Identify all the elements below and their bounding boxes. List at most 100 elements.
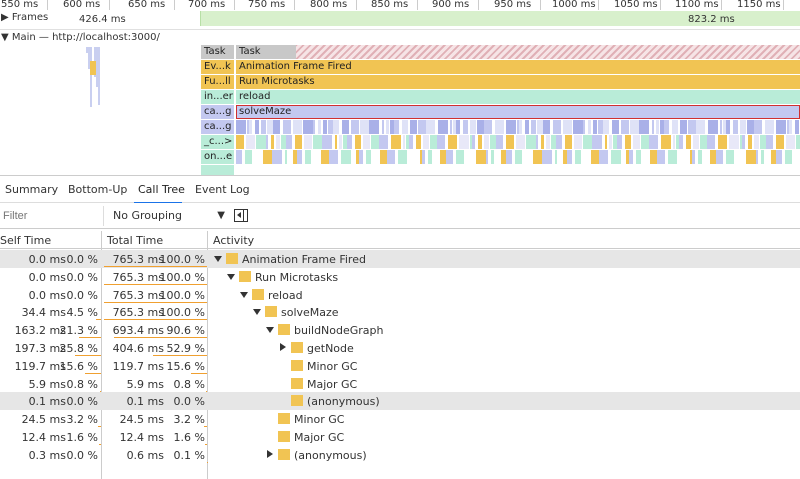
flame-event[interactable] xyxy=(625,135,631,149)
flame-event[interactable] xyxy=(463,120,468,134)
flame-event[interactable] xyxy=(369,120,379,134)
flame-event[interactable] xyxy=(641,135,649,149)
flame-event[interactable] xyxy=(526,135,536,149)
collapse-arrow-icon[interactable] xyxy=(266,327,274,334)
flame-event[interactable] xyxy=(323,120,327,134)
flame-event[interactable] xyxy=(542,150,552,164)
flame-event[interactable] xyxy=(426,120,435,134)
flame-event[interactable] xyxy=(794,150,800,164)
flame-event[interactable] xyxy=(318,120,321,134)
flame-event[interactable] xyxy=(366,150,371,164)
flame-event[interactable] xyxy=(686,135,691,149)
flame-event[interactable] xyxy=(525,120,529,134)
flame-event[interactable] xyxy=(668,150,677,164)
table-row[interactable]: 163.2 ms 21.3 % 693.4 ms 90.6 % buildNodeGra… xyxy=(0,321,800,339)
flame-chart[interactable]: Task Task Ev...k Animation Frame Fired Fu...… xyxy=(0,45,800,175)
flame-event[interactable] xyxy=(254,150,262,164)
flame-event[interactable]: Run Microtasks xyxy=(236,75,800,89)
flame-event[interactable] xyxy=(533,150,542,164)
flame-event[interactable] xyxy=(583,120,585,134)
flame-row-short-label[interactable]: ca...g xyxy=(201,105,234,119)
flame-event[interactable] xyxy=(776,150,782,164)
flame-event[interactable] xyxy=(553,120,561,134)
tab-summary[interactable]: Summary xyxy=(5,183,58,196)
flame-event[interactable] xyxy=(418,120,426,134)
flame-event[interactable] xyxy=(726,150,734,164)
flame-event[interactable] xyxy=(423,135,429,149)
flame-event[interactable] xyxy=(657,150,665,164)
flame-event[interactable] xyxy=(245,150,252,164)
table-row[interactable]: 24.5 ms 3.2 % 24.5 ms 3.2 % Minor GC xyxy=(0,410,800,428)
flame-event[interactable] xyxy=(573,120,583,134)
flame-event[interactable] xyxy=(478,135,482,149)
flame-event[interactable] xyxy=(382,120,384,134)
flame-event[interactable] xyxy=(736,150,745,164)
flame-event[interactable] xyxy=(333,120,339,134)
flame-event[interactable] xyxy=(789,120,792,134)
flame-event[interactable] xyxy=(335,135,337,149)
flame-event[interactable] xyxy=(313,120,315,134)
flame-event[interactable] xyxy=(555,150,557,164)
flame-event[interactable] xyxy=(363,135,370,149)
flame-event[interactable] xyxy=(313,135,322,149)
flame-event[interactable] xyxy=(448,135,457,149)
flame-event[interactable] xyxy=(720,120,722,134)
flame-event[interactable] xyxy=(563,120,572,134)
column-activity[interactable]: Activity xyxy=(213,234,254,247)
flame-event[interactable] xyxy=(567,150,572,164)
flame-event[interactable] xyxy=(285,150,287,164)
main-track-label[interactable]: ▼ Main — http://localhost:3000/ xyxy=(1,32,160,43)
flame-event[interactable] xyxy=(708,120,718,134)
flame-event[interactable] xyxy=(355,135,361,149)
flame-sliver[interactable] xyxy=(90,47,92,107)
flame-event[interactable] xyxy=(726,120,730,134)
flame-event[interactable] xyxy=(472,135,475,149)
flame-row-short-label[interactable]: Task xyxy=(201,45,234,59)
flame-event[interactable] xyxy=(761,150,764,164)
flame-event[interactable] xyxy=(656,120,659,134)
flame-event[interactable] xyxy=(477,120,484,134)
flame-event[interactable] xyxy=(796,135,800,149)
flame-event[interactable] xyxy=(297,150,302,164)
flame-event[interactable] xyxy=(707,135,715,149)
flame-event[interactable] xyxy=(609,135,612,149)
flame-event[interactable] xyxy=(470,120,476,134)
flame-event[interactable] xyxy=(380,150,387,164)
table-row[interactable]: 0.0 ms 0.0 % 765.3 ms 100.0 % Animation Fram… xyxy=(0,250,800,268)
collapse-arrow-icon[interactable] xyxy=(240,291,248,298)
flame-row-short-label[interactable]: _c...> xyxy=(201,135,234,149)
flame-event[interactable] xyxy=(756,150,758,164)
flame-row-short-label[interactable]: Fu...ll xyxy=(201,75,234,89)
flame-event[interactable] xyxy=(256,135,266,149)
collapse-arrow-icon[interactable] xyxy=(227,273,235,280)
flame-event[interactable] xyxy=(649,135,658,149)
flame-event[interactable] xyxy=(673,135,675,149)
flame-event[interactable] xyxy=(786,135,795,149)
flame-event[interactable] xyxy=(680,120,687,134)
flame-event[interactable] xyxy=(276,135,280,149)
flame-event[interactable] xyxy=(272,150,282,164)
flame-event[interactable] xyxy=(410,120,417,134)
flame-event[interactable] xyxy=(541,135,544,149)
flame-event[interactable] xyxy=(692,150,695,164)
flame-event[interactable] xyxy=(546,135,550,149)
flame-event[interactable] xyxy=(434,150,439,164)
flame-event[interactable] xyxy=(636,150,641,164)
flame-event[interactable] xyxy=(611,150,621,164)
flame-event[interactable] xyxy=(516,135,525,149)
column-self-time[interactable]: Self Time xyxy=(0,234,51,247)
flame-event[interactable] xyxy=(236,150,242,164)
flame-event[interactable] xyxy=(716,150,723,164)
flame-event[interactable] xyxy=(519,120,522,134)
flame-event[interactable] xyxy=(416,135,421,149)
flame-event[interactable] xyxy=(476,150,486,164)
flame-event[interactable]: Task xyxy=(236,45,296,59)
flame-event[interactable] xyxy=(621,120,629,134)
tab-call-tree[interactable]: Call Tree xyxy=(138,183,185,196)
flame-event[interactable] xyxy=(373,150,379,164)
flame-event[interactable] xyxy=(486,150,488,164)
table-row[interactable]: 0.0 ms 0.0 % 765.3 ms 100.0 % reload xyxy=(0,286,800,304)
flame-event[interactable] xyxy=(747,120,754,134)
flame-event[interactable] xyxy=(359,150,363,164)
flame-event[interactable] xyxy=(403,135,405,149)
